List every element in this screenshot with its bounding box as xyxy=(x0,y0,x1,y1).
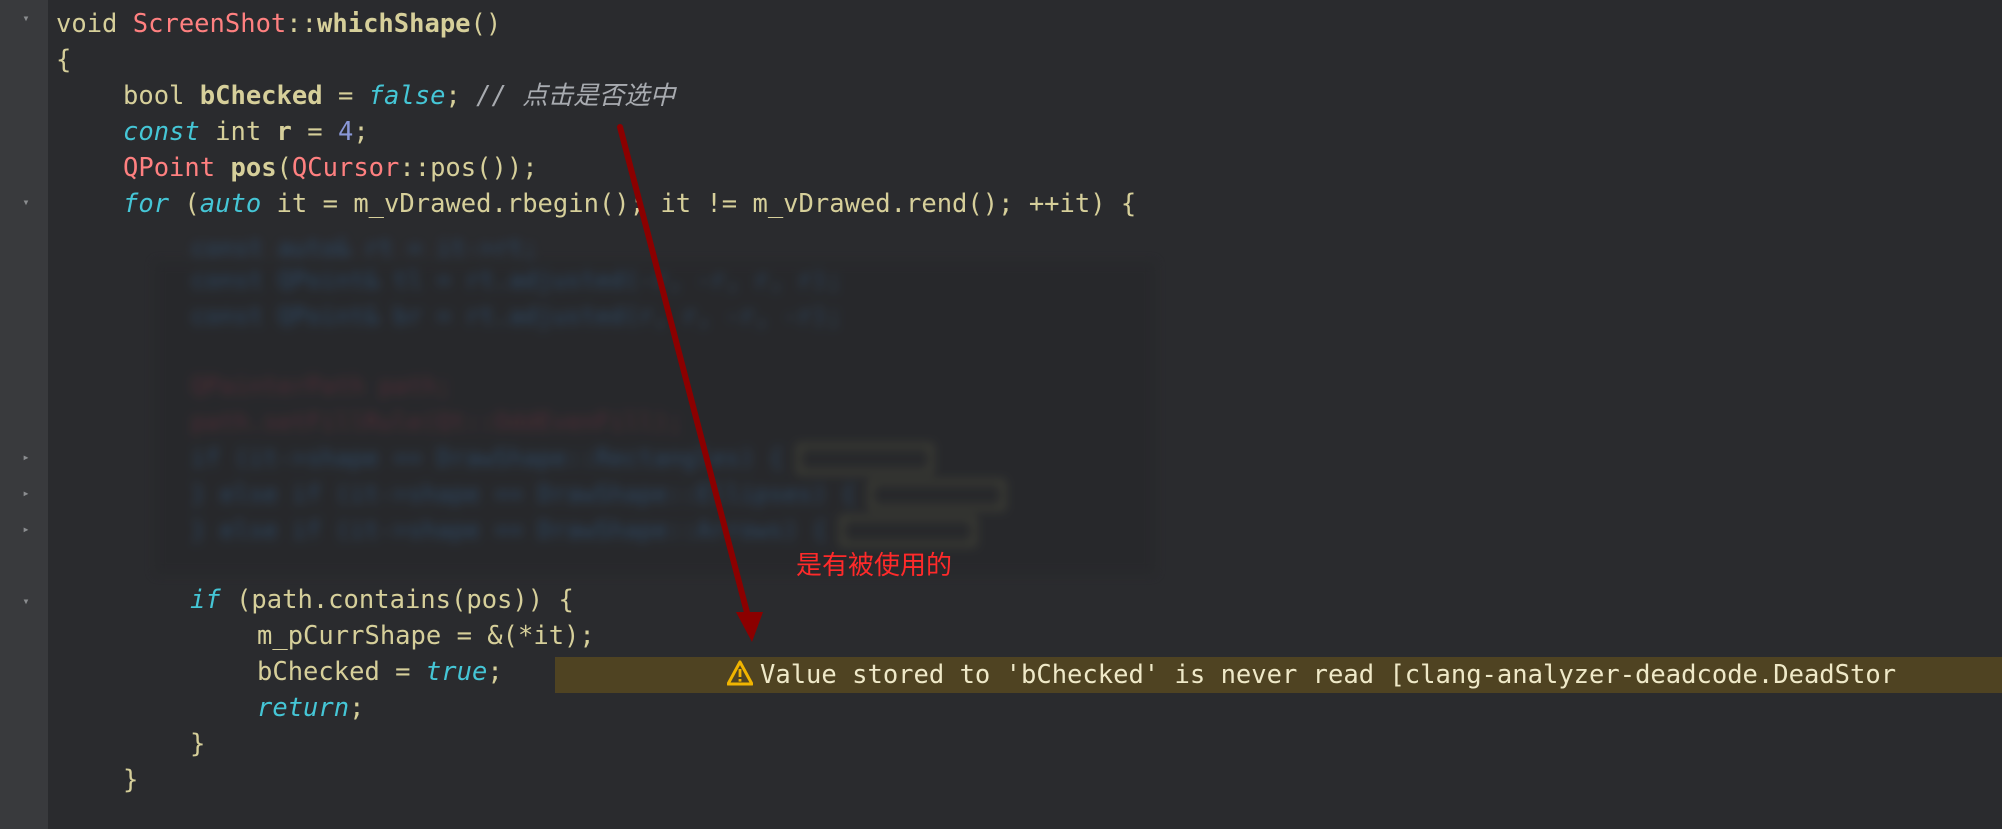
code-line-const-r: const int r = 4; xyxy=(123,114,369,150)
blurred-code-region: const auto& rt = it->rt; const QPoint& t… xyxy=(155,234,1155,574)
const-keyword: const xyxy=(123,117,200,147)
variable-name: r xyxy=(276,117,292,147)
fold-expand-icon[interactable]: ▸ xyxy=(20,451,32,463)
paren: ( xyxy=(169,189,200,219)
fold-collapse-icon[interactable]: ▾ xyxy=(20,595,32,607)
if-keyword: if xyxy=(190,585,221,615)
blurred-line: const QPoint& tl = rt.adjusted(-r, -r, r… xyxy=(191,266,842,294)
paren: ( xyxy=(276,153,292,183)
code-line-signature: void ScreenShot::whichShape() xyxy=(56,6,501,42)
literal: false xyxy=(368,81,446,111)
code-editor[interactable]: ▾ ▾ ▸ ▸ ▸ ▾ void ScreenShot::whichShape(… xyxy=(0,0,2002,829)
scope-operator: :: xyxy=(286,9,318,39)
function-name: whichShape xyxy=(317,9,471,39)
semicolon: ; xyxy=(487,657,503,687)
code-line-bchecked-true: bChecked = true; xyxy=(257,654,503,690)
for-keyword: for xyxy=(123,189,170,219)
semicolon: ; xyxy=(353,117,369,147)
brace: { xyxy=(56,45,72,75)
blurred-line: } else if (it->shape == DrawShape::Arrow… xyxy=(191,514,976,546)
auto-keyword: auto xyxy=(199,189,262,219)
literal: true xyxy=(425,657,488,687)
number-literal: 4 xyxy=(337,117,354,147)
code-line-qpoint: QPoint pos(QCursor::pos()); xyxy=(123,150,538,186)
blurred-line: path.setFillRule(Qt::OddEvenFill); xyxy=(191,408,683,436)
diagnostic-message[interactable]: Value stored to 'bChecked' is never read… xyxy=(760,657,1896,693)
code-line-bchecked-decl: bool bChecked = false; // 点击是否选中 xyxy=(123,78,675,114)
fold-expand-icon[interactable]: ▸ xyxy=(20,487,32,499)
code-line-open-brace: { xyxy=(56,42,71,78)
keyword: void xyxy=(56,9,133,39)
code-line-close-for: } xyxy=(123,762,138,798)
expression: it = m_vDrawed.rbegin(); it != m_vDrawed… xyxy=(261,189,1137,219)
operator: = xyxy=(322,81,369,111)
expression: (path.contains(pos)) { xyxy=(220,585,574,615)
operator: = xyxy=(291,117,338,147)
variable-name: bChecked xyxy=(199,81,323,111)
semicolon: ; xyxy=(445,81,477,111)
blurred-line: QPainterPath path; xyxy=(191,372,452,400)
parens: () xyxy=(470,9,502,39)
annotation-note: 是有被使用的 xyxy=(796,551,953,581)
class-name: QCursor xyxy=(291,153,400,183)
code-line-close-inner: } xyxy=(190,726,205,762)
return-keyword: return xyxy=(257,693,350,723)
semicolon: ; xyxy=(349,693,365,723)
fold-collapse-icon[interactable]: ▾ xyxy=(20,196,32,208)
type-keyword: bool xyxy=(123,81,200,111)
brace: } xyxy=(123,765,139,795)
code-line-for-loop: for (auto it = m_vDrawed.rbegin(); it !=… xyxy=(123,186,1136,222)
statement: m_pCurrShape = &(*it); xyxy=(257,621,595,651)
comment: // 点击是否选中 xyxy=(476,81,676,111)
variable-name: pos xyxy=(230,153,277,183)
blurred-line: const QPoint& br = rt.adjusted(r, r, -r,… xyxy=(191,302,842,330)
type-name: QPoint xyxy=(123,153,216,183)
blurred-line: const auto& rt = it->rt; xyxy=(191,234,538,262)
blurred-line: if (it->shape == DrawShape::Rectangles) … xyxy=(191,442,932,474)
fold-expand-icon[interactable]: ▸ xyxy=(20,523,32,535)
class-name: ScreenShot xyxy=(132,9,287,39)
expression: ::pos()); xyxy=(399,153,538,183)
code-line-return: return; xyxy=(257,690,364,726)
blurred-line: } else if (it->shape == DrawShape::Ellip… xyxy=(191,478,1005,510)
warning-triangle-icon[interactable] xyxy=(727,660,753,686)
type-keyword: int xyxy=(199,117,277,147)
code-line-if-contains: if (path.contains(pos)) { xyxy=(190,582,574,618)
line-gutter: ▾ ▾ ▸ ▸ ▸ ▾ xyxy=(0,0,48,829)
fold-collapse-icon[interactable]: ▾ xyxy=(20,12,32,24)
code-line-assign-shape: m_pCurrShape = &(*it); xyxy=(257,618,595,654)
brace: } xyxy=(190,729,206,759)
assignment: bChecked = xyxy=(257,657,426,687)
